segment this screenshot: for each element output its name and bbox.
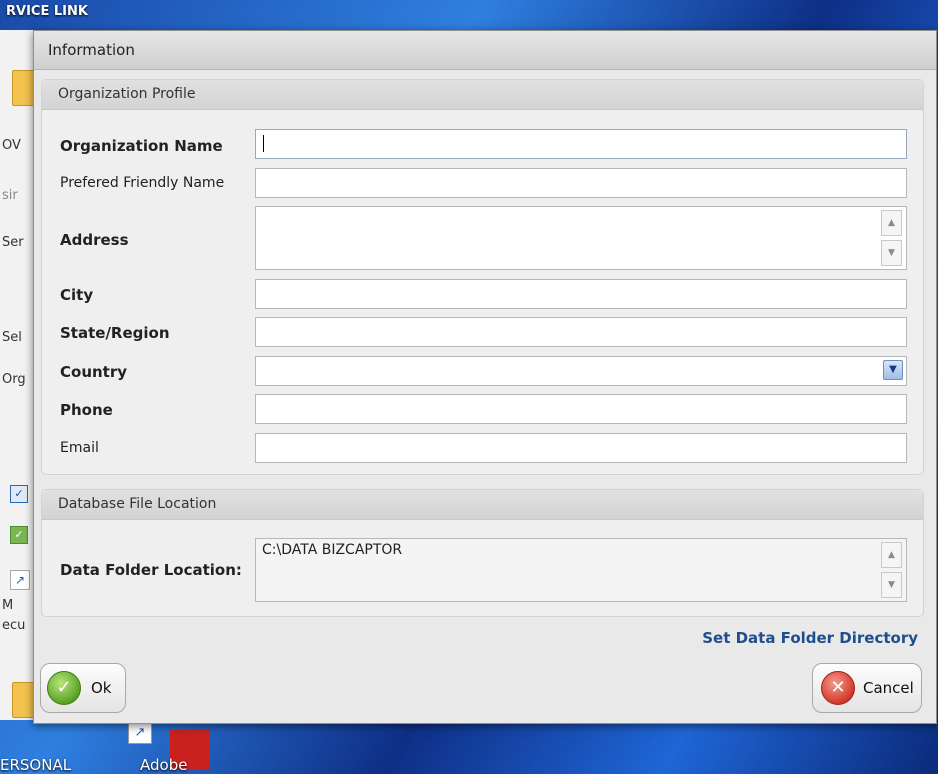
- friendly-name-label: Prefered Friendly Name: [60, 175, 225, 191]
- data-folder-field[interactable]: C:\DATA BIZCAPTOR ▲ ▼: [255, 538, 907, 602]
- arrow-up-icon[interactable]: ▲: [881, 542, 902, 568]
- checkbox-icon: ✓: [10, 526, 28, 544]
- data-folder-label: Data Folder Location:: [60, 561, 242, 579]
- data-folder-value: C:\DATA BIZCAPTOR: [262, 542, 403, 558]
- country-select[interactable]: ▼: [255, 356, 907, 386]
- text-caret: [263, 135, 264, 152]
- checkmark-icon: ✓: [47, 671, 81, 705]
- organization-name-label: Organization Name: [60, 137, 223, 155]
- address-textarea[interactable]: ▲ ▼: [255, 206, 907, 270]
- email-input[interactable]: [255, 433, 907, 463]
- folder-icon: [12, 682, 34, 718]
- address-label: Address: [60, 231, 129, 249]
- arrow-up-icon[interactable]: ▲: [881, 210, 902, 236]
- dialog-title: Information: [34, 31, 936, 70]
- information-dialog: Information Organization Profile Organiz…: [33, 30, 937, 724]
- background-text-fragment: M: [2, 598, 14, 613]
- database-location-group: Database File Location Data Folder Locat…: [41, 489, 924, 617]
- close-x-icon: ✕: [821, 671, 855, 705]
- organization-profile-group: Organization Profile Organization Name P…: [41, 79, 924, 475]
- data-folder-scrollbar[interactable]: ▲ ▼: [881, 542, 902, 598]
- checkbox-icon: ✓: [10, 485, 28, 503]
- background-text-fragment: Sel: [2, 330, 22, 345]
- arrow-down-icon[interactable]: ▼: [881, 240, 902, 266]
- state-region-input[interactable]: [255, 317, 907, 347]
- cancel-button[interactable]: ✕ Cancel: [812, 663, 922, 713]
- background-window-title: RVICE LINK: [6, 4, 88, 19]
- arrow-down-icon[interactable]: ▼: [881, 572, 902, 598]
- folder-icon: [12, 70, 34, 106]
- city-input[interactable]: [255, 279, 907, 309]
- ok-button[interactable]: ✓ Ok: [40, 663, 126, 713]
- cancel-button-label: Cancel: [863, 679, 914, 697]
- background-window-strip: OV sir Ser Sel Org ✓ ✓ ↗ M ecu: [0, 30, 35, 720]
- group-header: Organization Profile: [42, 80, 923, 110]
- address-scrollbar[interactable]: ▲ ▼: [881, 210, 902, 266]
- desktop-icon-label[interactable]: Adobe: [140, 756, 187, 774]
- background-text-fragment: sir: [2, 188, 18, 203]
- friendly-name-input[interactable]: [255, 168, 907, 198]
- email-label: Email: [60, 440, 99, 456]
- desktop-icon-label[interactable]: ERSONAL: [0, 756, 71, 774]
- phone-input[interactable]: [255, 394, 907, 424]
- shortcut-arrow-icon: ↗: [128, 722, 152, 744]
- country-label: Country: [60, 363, 128, 381]
- organization-name-input[interactable]: [255, 129, 907, 159]
- city-label: City: [60, 286, 94, 304]
- phone-label: Phone: [60, 401, 113, 419]
- set-data-folder-link[interactable]: Set Data Folder Directory: [702, 629, 918, 647]
- background-text-fragment: Ser: [2, 235, 24, 250]
- ok-button-label: Ok: [91, 679, 112, 697]
- chevron-down-icon[interactable]: ▼: [883, 360, 903, 380]
- group-header: Database File Location: [42, 490, 923, 520]
- background-text-fragment: ecu: [2, 618, 26, 633]
- background-text-fragment: Org: [2, 372, 26, 387]
- state-region-label: State/Region: [60, 324, 170, 342]
- background-text-fragment: OV: [2, 138, 21, 153]
- shortcut-arrow-icon: ↗: [10, 570, 30, 590]
